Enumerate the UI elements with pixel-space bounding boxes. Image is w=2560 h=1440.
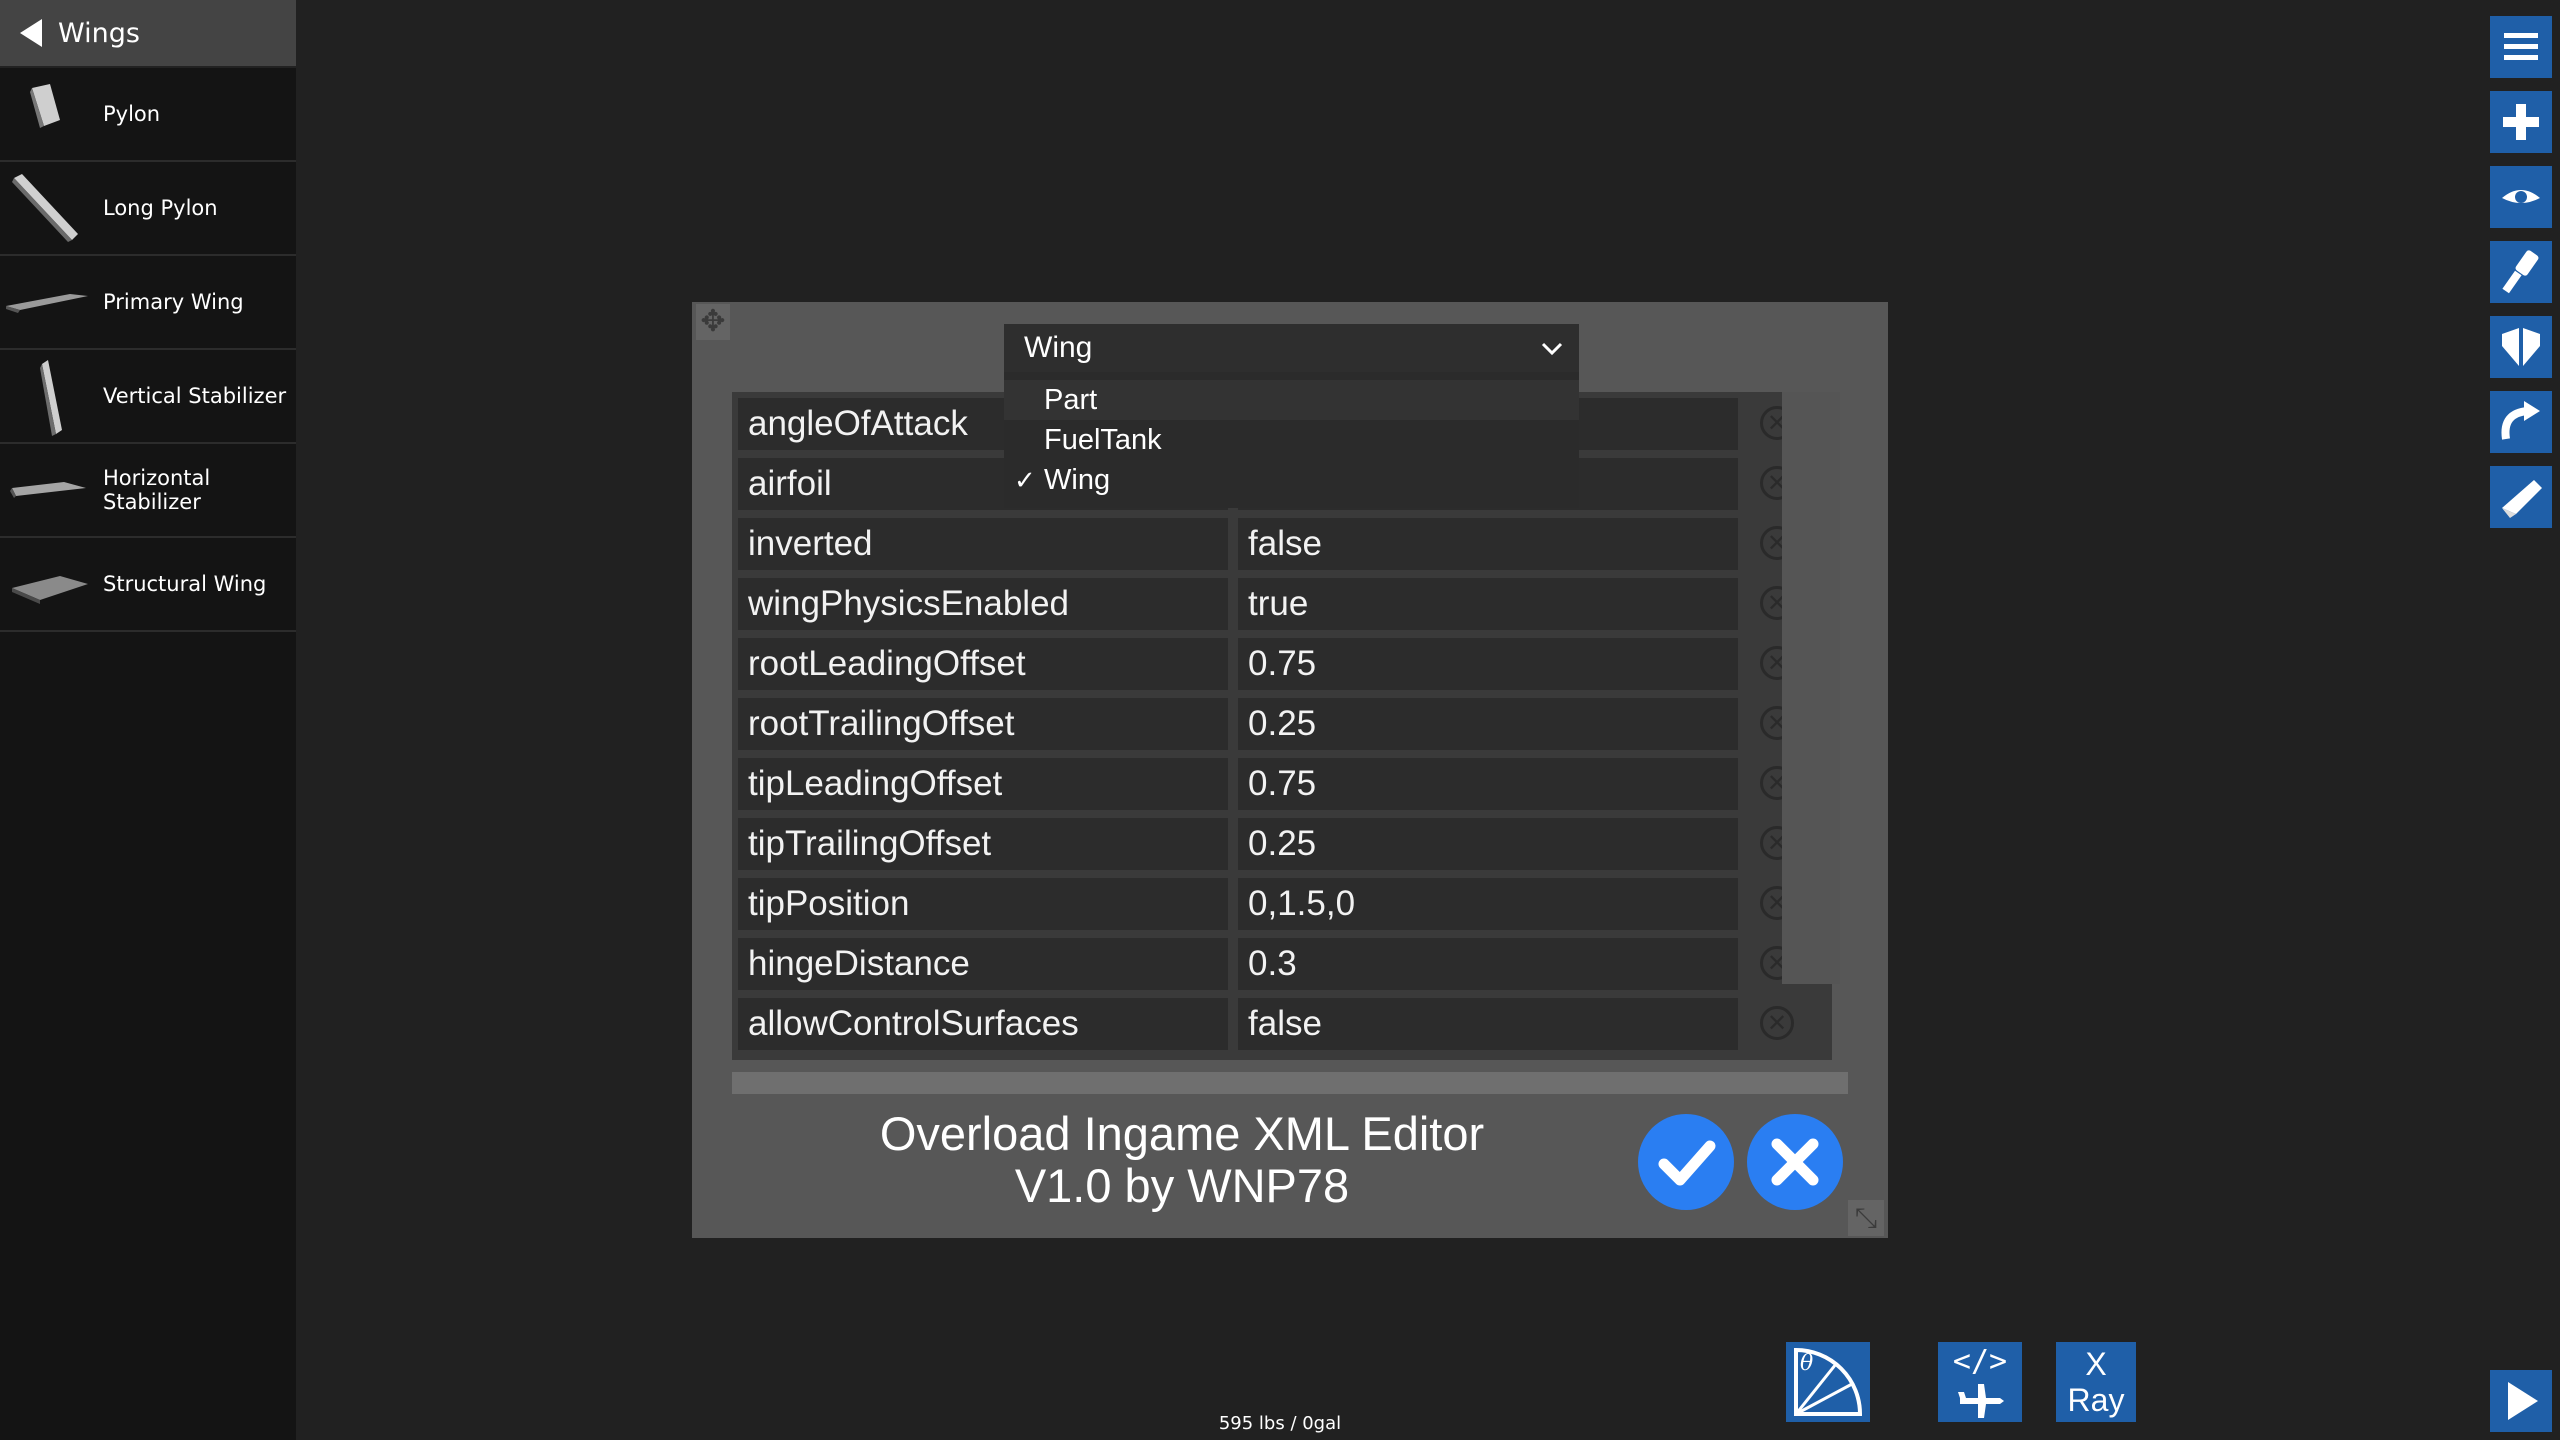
attribute-value-field[interactable]: 0.25	[1238, 818, 1738, 870]
xml-code-label: </>	[1952, 1344, 2008, 1379]
confirm-button[interactable]	[1638, 1114, 1734, 1210]
table-row: tipLeadingOffset 0.75 ✕	[738, 758, 1838, 810]
attribute-name-field[interactable]: tipPosition	[738, 878, 1228, 930]
attribute-name-field[interactable]: hingeDistance	[738, 938, 1228, 990]
attribute-value-field[interactable]: 0.75	[1238, 758, 1738, 810]
attribute-name-field[interactable]: tipLeadingOffset	[738, 758, 1228, 810]
attribute-value-field[interactable]: true	[1238, 578, 1738, 630]
attribute-name-field[interactable]: wingPhysicsEnabled	[738, 578, 1228, 630]
dropdown-option-part[interactable]: Part	[1004, 380, 1579, 420]
sidebar-item-pylon[interactable]: Pylon	[0, 68, 296, 162]
check-icon	[1658, 1140, 1716, 1186]
option-label: Wing	[1044, 464, 1111, 496]
sidebar-item-horizontal-stabilizer[interactable]: Horizontal Stabilizer	[0, 444, 296, 538]
center-of-mass-button[interactable]: θ	[1786, 1342, 1870, 1422]
pylon-thumbnail-icon	[30, 84, 60, 128]
table-row: wingPhysicsEnabled true ✕	[738, 578, 1838, 630]
dropdown-selected-value: Wing	[1024, 331, 1093, 364]
menu-icon	[2504, 33, 2538, 60]
xml-editor-dialog: ✥ angleOfAttack ✕ airfoil ✕ inverted fal…	[692, 302, 1888, 1238]
sidebar-item-label: Vertical Stabilizer	[103, 384, 287, 408]
xray-label-line2: Ray	[2067, 1382, 2125, 1418]
launch-icon	[2502, 480, 2542, 518]
table-row: rootTrailingOffset 0.25 ✕	[738, 698, 1838, 750]
vertical-stabilizer-thumbnail-icon	[40, 360, 62, 436]
airplane-icon	[1958, 1384, 2004, 1418]
sidebar-item-long-pylon[interactable]: Long Pylon	[0, 162, 296, 256]
paint-icon	[2502, 250, 2539, 294]
attribute-name-field[interactable]: rootTrailingOffset	[738, 698, 1228, 750]
delete-attribute-icon[interactable]: ✕	[1760, 1006, 1794, 1040]
rotate-button[interactable]	[2490, 391, 2552, 453]
checkmark-icon: ✓	[1014, 465, 1036, 495]
long-pylon-thumbnail-icon	[12, 174, 78, 242]
sidebar-item-vertical-stabilizer[interactable]: Vertical Stabilizer	[0, 350, 296, 444]
dropdown-options: Part FuelTank ✓ Wing	[1004, 372, 1579, 508]
table-row: inverted false ✕	[738, 518, 1838, 570]
category-title: Wings	[58, 17, 140, 49]
sidebar-item-label: Horizontal Stabilizer	[103, 466, 211, 514]
option-label: FuelTank	[1044, 424, 1162, 456]
add-icon	[2503, 104, 2539, 140]
horizontal-scrollbar[interactable]	[732, 1072, 1848, 1094]
parts-sidebar: Wings Pylon Long Pylon Primary Wing Vert…	[0, 0, 296, 1440]
close-icon	[1771, 1138, 1819, 1186]
dropdown-option-fueltank[interactable]: FuelTank	[1004, 420, 1579, 460]
category-header[interactable]: Wings	[0, 0, 296, 68]
attribute-value-field[interactable]: 0.75	[1238, 638, 1738, 690]
attribute-value-field[interactable]: 0.25	[1238, 698, 1738, 750]
structural-wing-thumbnail-icon	[12, 576, 88, 604]
svg-text:θ: θ	[1800, 1351, 1813, 1376]
table-row: tipTrailingOffset 0.25 ✕	[738, 818, 1838, 870]
attribute-name-field[interactable]: allowControlSurfaces	[738, 998, 1228, 1050]
attribute-value-field[interactable]: false	[1238, 518, 1738, 570]
angle-gauge-icon: θ	[1794, 1347, 1863, 1416]
table-row: hingeDistance 0.3 ✕	[738, 938, 1838, 990]
mass-fuel-status: 595 lbs / 0gal	[1218, 1413, 1342, 1434]
eye-icon	[2502, 190, 2540, 203]
sidebar-item-structural-wing[interactable]: Structural Wing	[0, 538, 296, 632]
element-type-dropdown[interactable]: Wing	[1004, 324, 1579, 372]
play-button[interactable]	[2490, 1370, 2552, 1432]
attribute-name-field[interactable]: rootLeadingOffset	[738, 638, 1228, 690]
xray-label-line1: X	[2085, 1346, 2107, 1382]
table-row: rootLeadingOffset 0.75 ✕	[738, 638, 1838, 690]
editor-title: Overload Ingame XML Editor	[879, 1107, 1485, 1160]
table-row: allowControlSurfaces false ✕	[738, 998, 1838, 1050]
sidebar-item-label: Primary Wing	[103, 290, 244, 314]
table-row: tipPosition 0,1.5,0 ✕	[738, 878, 1838, 930]
attribute-value-field[interactable]: 0,1.5,0	[1238, 878, 1738, 930]
xml-editor-button[interactable]: </>	[1938, 1342, 2022, 1422]
resize-handle-icon[interactable]: ⤡	[1848, 1200, 1884, 1236]
view-button[interactable]	[2490, 166, 2552, 228]
launch-button[interactable]	[2490, 466, 2552, 528]
symmetry-button[interactable]	[2490, 316, 2552, 378]
menu-button[interactable]	[2490, 16, 2552, 78]
attribute-name-field[interactable]: tipTrailingOffset	[738, 818, 1228, 870]
vertical-scrollbar[interactable]	[1782, 392, 1840, 984]
sidebar-item-label: Long Pylon	[103, 196, 218, 220]
rotate-icon	[2501, 401, 2540, 440]
option-label: Part	[1044, 384, 1098, 416]
attribute-value-field[interactable]: 0.3	[1238, 938, 1738, 990]
add-part-button[interactable]	[2490, 91, 2552, 153]
symmetry-icon	[2502, 328, 2540, 366]
back-arrow-icon[interactable]	[20, 19, 42, 47]
attribute-value-field[interactable]: false	[1238, 998, 1738, 1050]
editor-version: V1.0 by WNP78	[1014, 1159, 1350, 1212]
sidebar-item-label: Structural Wing	[103, 572, 267, 596]
chevron-down-icon	[1541, 342, 1563, 356]
play-icon	[2508, 1382, 2538, 1420]
move-handle-icon[interactable]: ✥	[696, 304, 730, 340]
horizontal-stabilizer-thumbnail-icon	[10, 482, 86, 498]
primary-wing-thumbnail-icon	[6, 294, 88, 313]
paint-button[interactable]	[2490, 241, 2552, 303]
cancel-button[interactable]	[1747, 1114, 1843, 1210]
sidebar-item-primary-wing[interactable]: Primary Wing	[0, 256, 296, 350]
attribute-name-field[interactable]: inverted	[738, 518, 1228, 570]
xray-button[interactable]: X Ray	[2056, 1342, 2136, 1422]
sidebar-item-label: Pylon	[103, 102, 161, 126]
dropdown-option-wing[interactable]: ✓ Wing	[1004, 460, 1579, 500]
